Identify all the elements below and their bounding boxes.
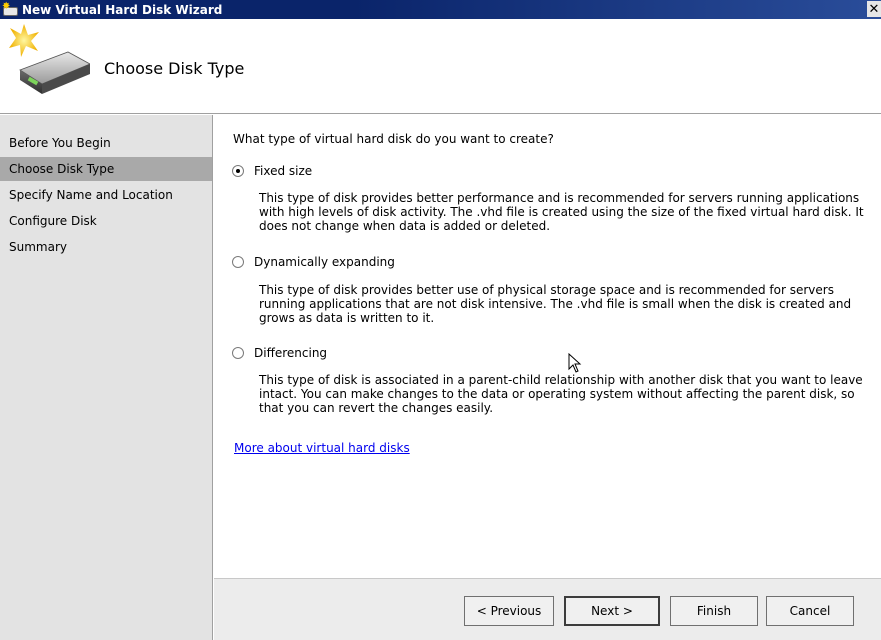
fixed-size-radio[interactable] xyxy=(232,165,244,177)
more-about-vhd-link[interactable]: More about virtual hard disks xyxy=(234,441,410,455)
fixed-size-description: This type of disk provides better perfor… xyxy=(259,191,864,233)
finish-button[interactable]: Finish xyxy=(670,596,758,626)
main-content: What type of virtual hard disk do you wa… xyxy=(214,115,881,578)
wizard-steps-nav: Before You Begin Choose Disk Type Specif… xyxy=(0,115,213,640)
mouse-cursor-icon xyxy=(568,353,582,373)
title-bar: ✸ New Virtual Hard Disk Wizard ✕ xyxy=(0,0,881,19)
virtual-hard-disk-icon: ✸ xyxy=(2,1,20,18)
button-bar: < Previous Next > Finish Cancel xyxy=(214,578,881,640)
next-button[interactable]: Next > xyxy=(564,596,660,626)
step-summary[interactable]: Summary xyxy=(0,235,212,259)
question-label: What type of virtual hard disk do you wa… xyxy=(233,132,554,146)
option-dynamically-expanding[interactable]: Dynamically expanding xyxy=(232,255,395,269)
page-title: Choose Disk Type xyxy=(104,59,245,78)
window-title: New Virtual Hard Disk Wizard xyxy=(22,2,223,17)
close-button[interactable]: ✕ xyxy=(867,1,881,17)
step-configure-disk[interactable]: Configure Disk xyxy=(0,209,212,233)
hard-disk-new-icon xyxy=(9,24,90,94)
differencing-radio[interactable] xyxy=(232,347,244,359)
dynamically-expanding-label[interactable]: Dynamically expanding xyxy=(254,255,395,269)
step-before-you-begin[interactable]: Before You Begin xyxy=(0,131,212,155)
fixed-size-label[interactable]: Fixed size xyxy=(254,164,312,178)
step-choose-disk-type[interactable]: Choose Disk Type xyxy=(0,157,212,181)
dynamically-expanding-description: This type of disk provides better use of… xyxy=(259,283,852,325)
option-differencing[interactable]: Differencing xyxy=(232,346,327,360)
dynamically-expanding-radio[interactable] xyxy=(232,256,244,268)
option-fixed-size[interactable]: Fixed size xyxy=(232,164,312,178)
differencing-label[interactable]: Differencing xyxy=(254,346,327,360)
previous-button[interactable]: < Previous xyxy=(464,596,554,626)
cancel-button[interactable]: Cancel xyxy=(766,596,854,626)
step-specify-name-and-location[interactable]: Specify Name and Location xyxy=(0,183,212,207)
differencing-description: This type of disk is associated in a par… xyxy=(259,373,863,415)
wizard-header: Choose Disk Type xyxy=(0,19,881,114)
